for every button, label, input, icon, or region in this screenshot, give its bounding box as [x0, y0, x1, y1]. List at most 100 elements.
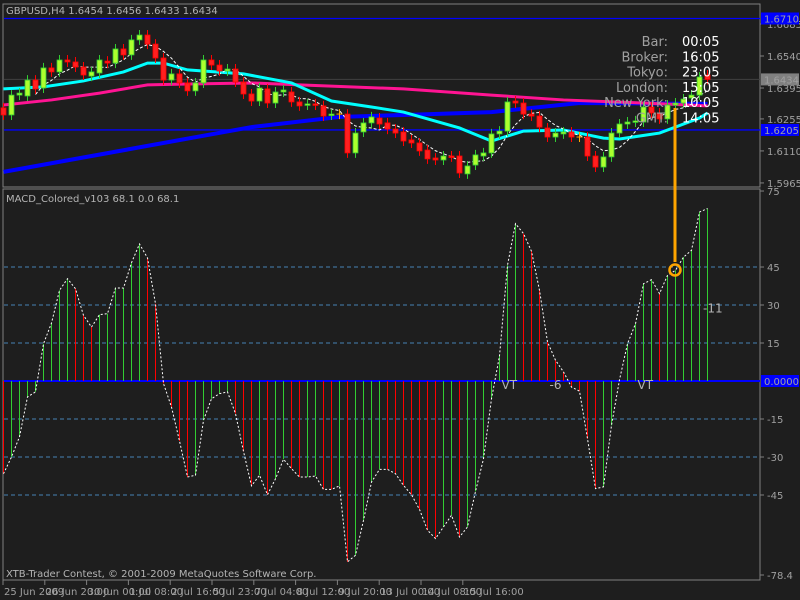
- macd-axis-label: 30: [767, 301, 780, 312]
- candle-body: [672, 102, 679, 106]
- candle-body: [320, 105, 327, 117]
- candle-body: [440, 155, 447, 161]
- candle-body: [496, 130, 503, 135]
- candle-body: [16, 92, 23, 96]
- clock-row-value: 23:05: [682, 66, 719, 81]
- candle-body: [312, 103, 319, 106]
- candle-body: [240, 81, 247, 95]
- candle-body: [80, 66, 87, 76]
- candle-body: [448, 155, 455, 158]
- candle-body: [184, 82, 191, 92]
- candle-body: [280, 89, 287, 93]
- candle-body: [488, 133, 495, 154]
- candle-body: [168, 73, 175, 81]
- axes: 1.66851.65401.63951.62551.61101.59651.67…: [2, 12, 800, 598]
- macd-annotation: -11: [703, 302, 723, 316]
- clock-row-value: 00:05: [682, 35, 719, 50]
- macd-axis-label: 75: [767, 187, 780, 198]
- candle-body: [24, 79, 31, 97]
- candle-body: [248, 93, 255, 102]
- clock-row-value: 15:05: [682, 81, 719, 96]
- candle-body: [136, 34, 143, 41]
- candle-body: [472, 154, 479, 166]
- candle-body: [624, 121, 631, 125]
- macd-axis-label: -45: [767, 491, 783, 502]
- clock-row-value: 16:05: [682, 50, 719, 65]
- current-price-label: 1.6434: [764, 75, 799, 86]
- clock-row-label: Bar:: [642, 35, 668, 50]
- candle-body: [200, 59, 207, 84]
- candle-body: [144, 34, 151, 45]
- macd-zero-label: 0.0000: [764, 377, 799, 388]
- candle-body: [0, 107, 7, 116]
- macd-annotation: VT: [502, 378, 518, 392]
- candle-body: [544, 127, 551, 138]
- chart-canvas[interactable]: VT -6 VT -11 1.66851.65401.63951.62551.6110…: [0, 0, 800, 600]
- candle-body: [592, 155, 599, 168]
- candle-body: [528, 113, 535, 117]
- candle-body: [288, 91, 295, 103]
- candle-body: [344, 113, 351, 154]
- clock-row-label: London:: [616, 81, 668, 96]
- price-axis-label: 1.6540: [767, 52, 800, 63]
- candle-body: [272, 91, 279, 104]
- macd-axis-label: 45: [767, 263, 780, 274]
- candle-body: [552, 132, 559, 138]
- candle-body: [152, 43, 159, 59]
- hline-price-label: 1.6205: [764, 126, 799, 137]
- candle-body: [232, 68, 239, 83]
- candle-body: [88, 71, 95, 77]
- time-axis-label: 15 Jul 16:00: [464, 587, 524, 598]
- candle-body: [464, 165, 471, 175]
- candle-body: [48, 67, 55, 73]
- candle-body: [40, 67, 47, 89]
- candle-body: [224, 68, 231, 72]
- candle-body: [520, 102, 527, 115]
- candle-body: [384, 122, 391, 130]
- candle-body: [352, 132, 359, 154]
- candle-body: [208, 59, 215, 66]
- hline-price-label: 1.6710: [764, 14, 799, 25]
- candle-body: [392, 128, 399, 134]
- candle-body: [328, 113, 335, 116]
- price-panel-title: GBPUSD,H4 1.6454 1.6456 1.6433 1.6434: [6, 6, 218, 17]
- candle-body: [408, 139, 415, 144]
- candle-body: [296, 101, 303, 107]
- candle-body: [160, 57, 167, 81]
- candle-body: [304, 103, 311, 106]
- candle-body: [504, 101, 511, 132]
- macd-annotation: VT: [638, 378, 654, 392]
- candle-body: [128, 39, 135, 56]
- candle-body: [112, 48, 119, 64]
- candle-body: [376, 117, 383, 125]
- clock-row-value: 10:05: [682, 96, 719, 111]
- candle-body: [120, 48, 127, 56]
- clock-row-label: GMT:: [636, 112, 668, 127]
- macd-annotation: -6: [550, 378, 562, 392]
- candle-body: [568, 131, 575, 138]
- session-clock: Bar: 00:05 Broker: 16:05 Tokyo: 23:05 London: 1…: [604, 35, 719, 127]
- candle-body: [480, 152, 487, 157]
- candle-body: [104, 60, 111, 64]
- candle-body: [32, 79, 39, 90]
- candle-body: [608, 132, 615, 158]
- macd-axis-label: -15: [767, 415, 783, 426]
- footer-copyright: XTB-Trader Contest, © 2001-2009 MetaQuot…: [6, 569, 316, 580]
- candle-body: [64, 59, 71, 63]
- clock-row-label: Broker:: [622, 50, 669, 65]
- price-axis-label: 1.6110: [767, 147, 800, 158]
- candle-body: [616, 123, 623, 134]
- candle-body: [424, 149, 431, 160]
- candle-body: [584, 136, 591, 157]
- candle-body: [360, 122, 367, 133]
- macd-panel[interactable]: VT -6 VT -11: [3, 108, 761, 563]
- macd-axis-label: -30: [767, 453, 783, 464]
- candle-body: [176, 73, 183, 84]
- candle-body: [600, 156, 607, 168]
- macd-axis-label: 15: [767, 339, 780, 350]
- candle-body: [456, 155, 463, 174]
- candle-body: [192, 82, 199, 92]
- clock-row-label: Tokyo:: [626, 66, 668, 81]
- candle-body: [400, 131, 407, 142]
- ma-slow-line: [3, 81, 708, 108]
